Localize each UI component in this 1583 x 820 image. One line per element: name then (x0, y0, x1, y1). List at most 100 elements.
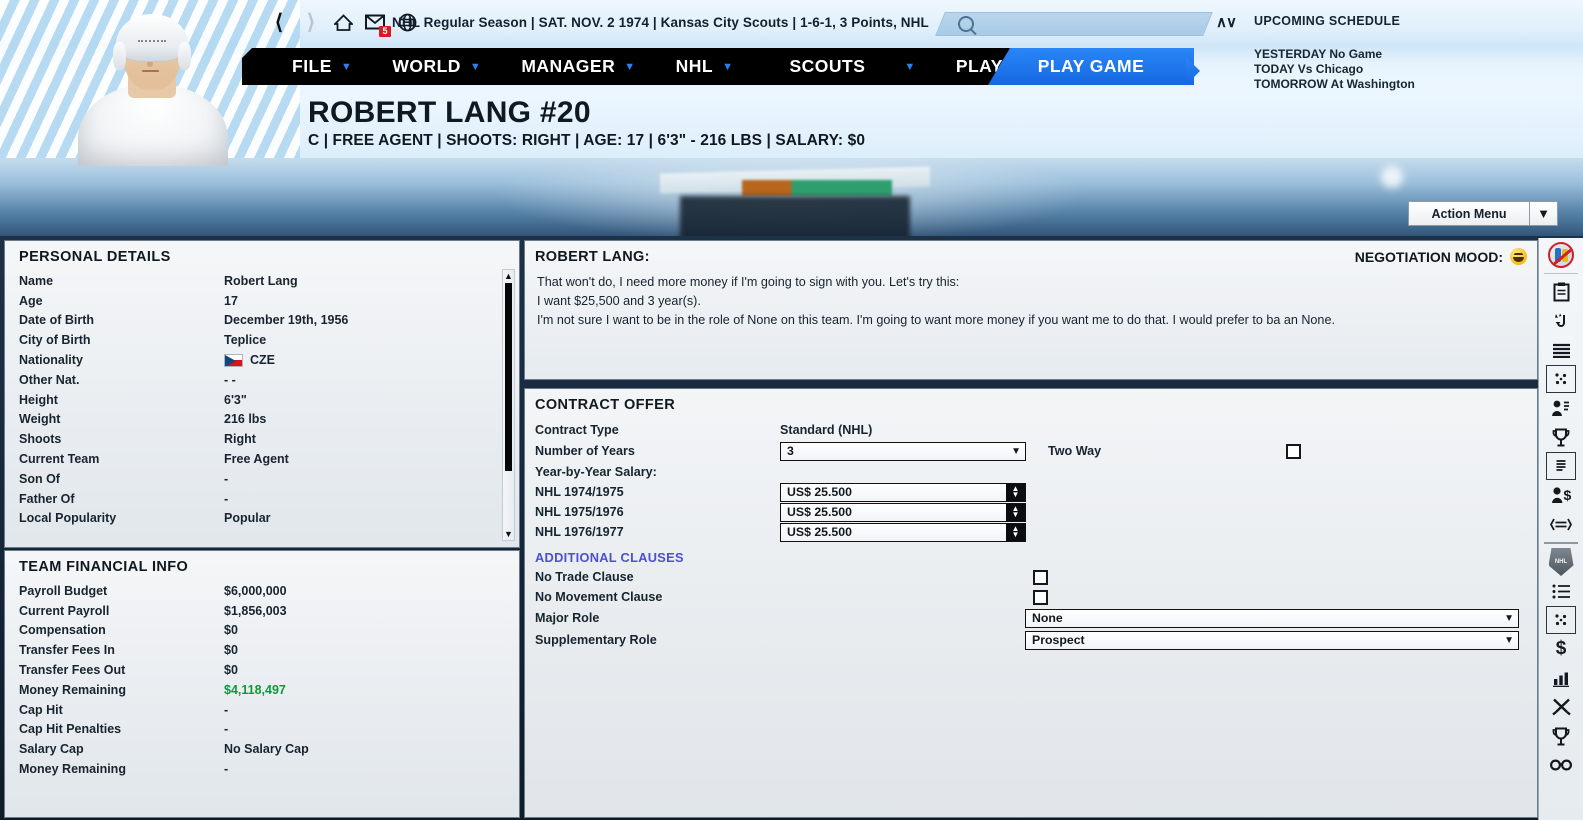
two-way-checkbox[interactable] (1286, 443, 1301, 459)
dialogue-line: I want $25,500 and 3 year(s). (537, 294, 701, 308)
year-by-year-label: Year-by-Year Salary: (535, 465, 657, 479)
number-of-years-row: Number of Years 3 ▼ Two Way (525, 440, 1537, 462)
salary-stepper-1976[interactable]: US$ 25.500 ▲ ▼ (780, 522, 1026, 542)
scrollbar-thumb[interactable] (505, 283, 512, 471)
stadium-stands (680, 196, 910, 240)
bar-chart-icon[interactable] (1546, 664, 1576, 692)
scroll-up-icon[interactable]: ▲ (503, 270, 514, 282)
dice-square-icon[interactable] (1546, 606, 1576, 634)
stepper-arrows-icon[interactable]: ▲ ▼ (1006, 483, 1025, 501)
chevron-down-icon: ▼ (904, 60, 916, 73)
schedule-toggle-icon[interactable]: ∧∨ (1216, 13, 1237, 31)
salary-year-label: NHL 1974/1975 (535, 485, 624, 499)
salary-year-label: NHL 1975/1976 (535, 505, 624, 519)
menu-label-nhl: NHL (675, 56, 714, 76)
negotiation-mood-label: NEGOTIATION MOOD: (1354, 248, 1503, 265)
table-row: Cap Hit Penalties - (19, 720, 519, 740)
personal-details-panel: PERSONAL DETAILS Name Robert Lang Age 17 D… (4, 240, 520, 548)
menu-item-world[interactable]: WORLD ▼ (372, 56, 501, 77)
stadium-photo-background (0, 158, 1583, 240)
portrait-earflap-right (178, 42, 191, 70)
rail-divider (1544, 542, 1578, 544)
nhl-shield-icon[interactable]: NHL (1546, 548, 1576, 576)
no-movement-clause-checkbox[interactable] (1033, 589, 1048, 605)
menu-item-nhl[interactable]: NHL ▼ (656, 56, 754, 77)
action-menu[interactable]: Action Menu ▼ (1408, 201, 1558, 226)
dollar-icon[interactable]: $ (1546, 635, 1576, 663)
stadium-scoreboard (742, 180, 892, 196)
contract-offer-title: CONTRACT OFFER (535, 397, 676, 413)
document-icon[interactable] (1546, 452, 1576, 480)
back-icon[interactable]: ⟨ (268, 11, 290, 33)
salary-row: NHL 1975/1976 US$ 25.500 ▲ ▼ (525, 502, 1537, 522)
trophy-icon[interactable] (1546, 423, 1576, 451)
glasses-icon[interactable] (1546, 751, 1576, 779)
menu-item-file[interactable]: FILE ▼ (272, 56, 372, 77)
list-lines-icon[interactable] (1546, 336, 1576, 364)
personal-details-title: PERSONAL DETAILS (19, 249, 171, 265)
search-icon (958, 16, 974, 32)
table-row: Father Of - (19, 489, 519, 509)
table-row: Compensation $0 (19, 621, 519, 641)
team-financial-title: TEAM FINANCIAL INFO (19, 559, 189, 575)
dialogue-header: ROBERT LANG: NEGOTIATION MOOD: (525, 241, 1537, 267)
row-key: Height (19, 392, 58, 407)
supplementary-role-select[interactable]: Prospect ▼ (1025, 630, 1519, 650)
table-row: Nationality CZE (19, 350, 519, 370)
table-row: Payroll Budget $6,000,000 (19, 581, 519, 601)
hockey-sticks-icon[interactable] (1546, 693, 1576, 721)
no-trade-clause-checkbox[interactable] (1033, 569, 1048, 585)
personal-details-rows: Name Robert Lang Age 17 Date of Birth Decem… (5, 271, 519, 528)
row-key: City of Birth (19, 333, 91, 348)
table-row: Salary Cap No Salary Cap (19, 739, 519, 759)
list-bullets-icon[interactable] (1546, 577, 1576, 605)
forward-icon[interactable]: ⟩ (300, 11, 322, 33)
salary-stepper-1974[interactable]: US$ 25.500 ▲ ▼ (780, 482, 1026, 502)
contract-type-label: Contract Type (535, 423, 619, 437)
table-row: Other Nat. - - (19, 370, 519, 390)
right-icon-rail: $ NHL $ (1538, 238, 1583, 820)
nationality-code: CZE (250, 353, 275, 368)
menu-label-manager: MANAGER (521, 56, 616, 76)
row-key: Nationality (19, 353, 83, 368)
salary-stepper-1975[interactable]: US$ 25.500 ▲ ▼ (780, 502, 1026, 522)
stepper-arrows-icon[interactable]: ▲ ▼ (1006, 523, 1025, 541)
stepper-arrows-icon[interactable]: ▲ ▼ (1006, 503, 1025, 521)
table-row: Money Remaining $4,118,497 (19, 680, 519, 700)
mail-icon[interactable]: 5 (364, 11, 391, 37)
person-dollar-icon[interactable]: $ (1546, 481, 1576, 509)
dice-icon[interactable] (1546, 365, 1576, 393)
negotiation-dialogue-panel: ROBERT LANG: NEGOTIATION MOOD: That won'… (524, 240, 1538, 380)
search-input[interactable] (935, 12, 1213, 36)
scroll-down-icon[interactable]: ▼ (503, 528, 514, 540)
salary-value: US$ 25.500 (787, 485, 852, 499)
menu-item-manager[interactable]: MANAGER ▼ (501, 56, 655, 77)
major-role-select[interactable]: None ▼ (1025, 608, 1519, 628)
personal-details-scrollbar[interactable]: ▲ ▼ (502, 269, 515, 541)
row-key: Weight (19, 412, 61, 427)
table-row: Transfer Fees Out $0 (19, 660, 519, 680)
row-value: - - (224, 372, 236, 387)
two-way-label: Two Way (1048, 444, 1102, 458)
no-movement-clause-label: No Movement Clause (535, 590, 663, 604)
chevron-down-icon: ▼ (1011, 445, 1021, 457)
people-speech-icon[interactable] (1546, 394, 1576, 422)
top-toolbar: ⟨ ⟩ 5 NHL Regular Season | SAT. NOV. 2 1… (0, 0, 1583, 92)
play-game-button[interactable]: PLAY GAME (988, 48, 1194, 85)
chevron-down-icon: ▼ (340, 60, 353, 73)
home-icon[interactable] (332, 11, 354, 33)
clipboard-icon[interactable] (1546, 278, 1576, 306)
trophy2-icon[interactable] (1546, 722, 1576, 750)
czech-flag-icon (224, 353, 243, 367)
swap-icon[interactable] (1546, 510, 1576, 538)
dialogue-line: I'm not sure I want to be in the role of… (537, 313, 1335, 327)
no-entry-players-icon[interactable] (1546, 241, 1576, 269)
chevron-down-icon[interactable]: ▼ (1530, 201, 1558, 226)
number-of-years-select[interactable]: 3 ▼ (780, 441, 1026, 461)
salary-year-label: NHL 1976/1977 (535, 525, 624, 539)
row-key: Son Of (19, 471, 60, 486)
transfer-arrow-icon[interactable] (1546, 307, 1576, 335)
action-menu-label[interactable]: Action Menu (1408, 201, 1530, 226)
row-key: Other Nat. (19, 372, 80, 387)
menu-item-scouts[interactable]: SCOUTS ▼ (753, 56, 935, 77)
